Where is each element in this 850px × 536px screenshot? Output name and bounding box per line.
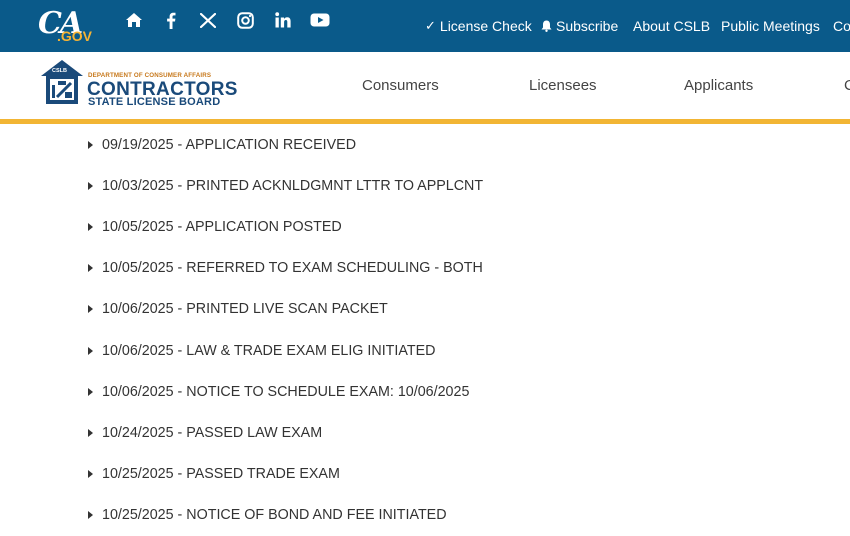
public-meetings-link[interactable]: Public Meetings: [721, 0, 820, 52]
linkedin-icon[interactable]: [273, 10, 293, 30]
status-event-text: 10/24/2025 - PASSED LAW EXAM: [102, 424, 323, 441]
status-event-text: 10/06/2025 - PRINTED LIVE SCAN PACKET: [102, 301, 388, 318]
expand-triangle-icon: [88, 140, 93, 149]
expand-triangle-icon: [88, 511, 93, 520]
status-event-item[interactable]: 10/25/2025 - NOTICE OF BOND AND FEE INIT…: [86, 495, 846, 536]
license-check-link[interactable]: ✓ License Check: [425, 0, 532, 52]
status-event-item[interactable]: 10/05/2025 - APPLICATION POSTED: [86, 206, 846, 247]
cslb-logo[interactable]: CSLB DEPARTMENT OF CONSUMER AFFAIRS CONT…: [40, 59, 240, 109]
top-bar: CA .GOV ✓ License Check Subscribe About …: [0, 0, 850, 52]
nav-licensees[interactable]: Licensees: [529, 52, 597, 119]
status-event-text: 10/25/2025 - NOTICE OF BOND AND FEE INIT…: [102, 507, 447, 524]
nav-cut-item[interactable]: C: [844, 52, 850, 119]
status-event-item[interactable]: 10/05/2025 - REFERRED TO EXAM SCHEDULING…: [86, 248, 846, 289]
status-event-text: 10/25/2025 - PASSED TRADE EXAM: [102, 466, 340, 483]
contact-link-cut[interactable]: Co: [833, 0, 850, 52]
status-event-text: 10/06/2025 - LAW & TRADE EXAM ELIG INITI…: [102, 342, 436, 359]
status-event-item[interactable]: 10/06/2025 - LAW & TRADE EXAM ELIG INITI…: [86, 330, 846, 371]
status-event-text: 10/05/2025 - REFERRED TO EXAM SCHEDULING…: [102, 260, 483, 277]
status-event-text: 10/06/2025 - NOTICE TO SCHEDULE EXAM: 10…: [102, 383, 470, 400]
status-event-text: 09/19/2025 - APPLICATION RECEIVED: [102, 136, 357, 153]
status-event-item[interactable]: 10/06/2025 - PRINTED LIVE SCAN PACKET: [86, 289, 846, 330]
youtube-icon[interactable]: [309, 10, 331, 30]
ca-gov-logo[interactable]: CA .GOV: [38, 6, 98, 48]
status-event-item[interactable]: 10/24/2025 - PASSED LAW EXAM: [86, 412, 846, 453]
expand-triangle-icon: [88, 428, 93, 437]
gov-logo-text: .GOV: [57, 28, 93, 44]
expand-triangle-icon: [88, 264, 93, 273]
subscribe-link[interactable]: Subscribe: [541, 0, 618, 52]
expand-triangle-icon: [88, 346, 93, 355]
expand-triangle-icon: [88, 470, 93, 479]
facebook-icon[interactable]: [163, 10, 179, 30]
about-cslb-link[interactable]: About CSLB: [633, 0, 710, 52]
bell-icon: [541, 20, 552, 32]
status-event-item[interactable]: 10/25/2025 - PASSED TRADE EXAM: [86, 454, 846, 495]
license-check-label: License Check: [439, 18, 532, 34]
instagram-icon[interactable]: [235, 10, 255, 30]
application-status-list: 09/19/2025 - APPLICATION RECEIVED 10/03/…: [86, 124, 846, 536]
status-event-text: 10/03/2025 - PRINTED ACKNLDGMNT LTTR TO …: [102, 177, 484, 194]
cslb-house-icon: [41, 60, 83, 104]
expand-triangle-icon: [88, 305, 93, 314]
checkmark-icon: ✓: [425, 18, 436, 33]
status-event-text: 10/05/2025 - APPLICATION POSTED: [102, 218, 342, 235]
home-icon[interactable]: [124, 10, 144, 30]
subscribe-label: Subscribe: [556, 18, 619, 34]
expand-triangle-icon: [88, 181, 93, 190]
status-event-item[interactable]: 10/03/2025 - PRINTED ACKNLDGMNT LTTR TO …: [86, 165, 846, 206]
state-license-board-text: STATE LICENSE BOARD: [88, 96, 221, 108]
status-event-item[interactable]: 10/06/2025 - NOTICE TO SCHEDULE EXAM: 10…: [86, 371, 846, 412]
dept-consumer-affairs-text: DEPARTMENT OF CONSUMER AFFAIRS: [88, 72, 212, 79]
nav-applicants[interactable]: Applicants: [684, 52, 753, 119]
cslb-badge-text: CSLB: [52, 68, 67, 74]
nav-consumers[interactable]: Consumers: [362, 52, 439, 119]
expand-triangle-icon: [88, 387, 93, 396]
status-event-item[interactable]: 09/19/2025 - APPLICATION RECEIVED: [86, 124, 846, 165]
x-icon[interactable]: [198, 10, 218, 30]
expand-triangle-icon: [88, 222, 93, 231]
